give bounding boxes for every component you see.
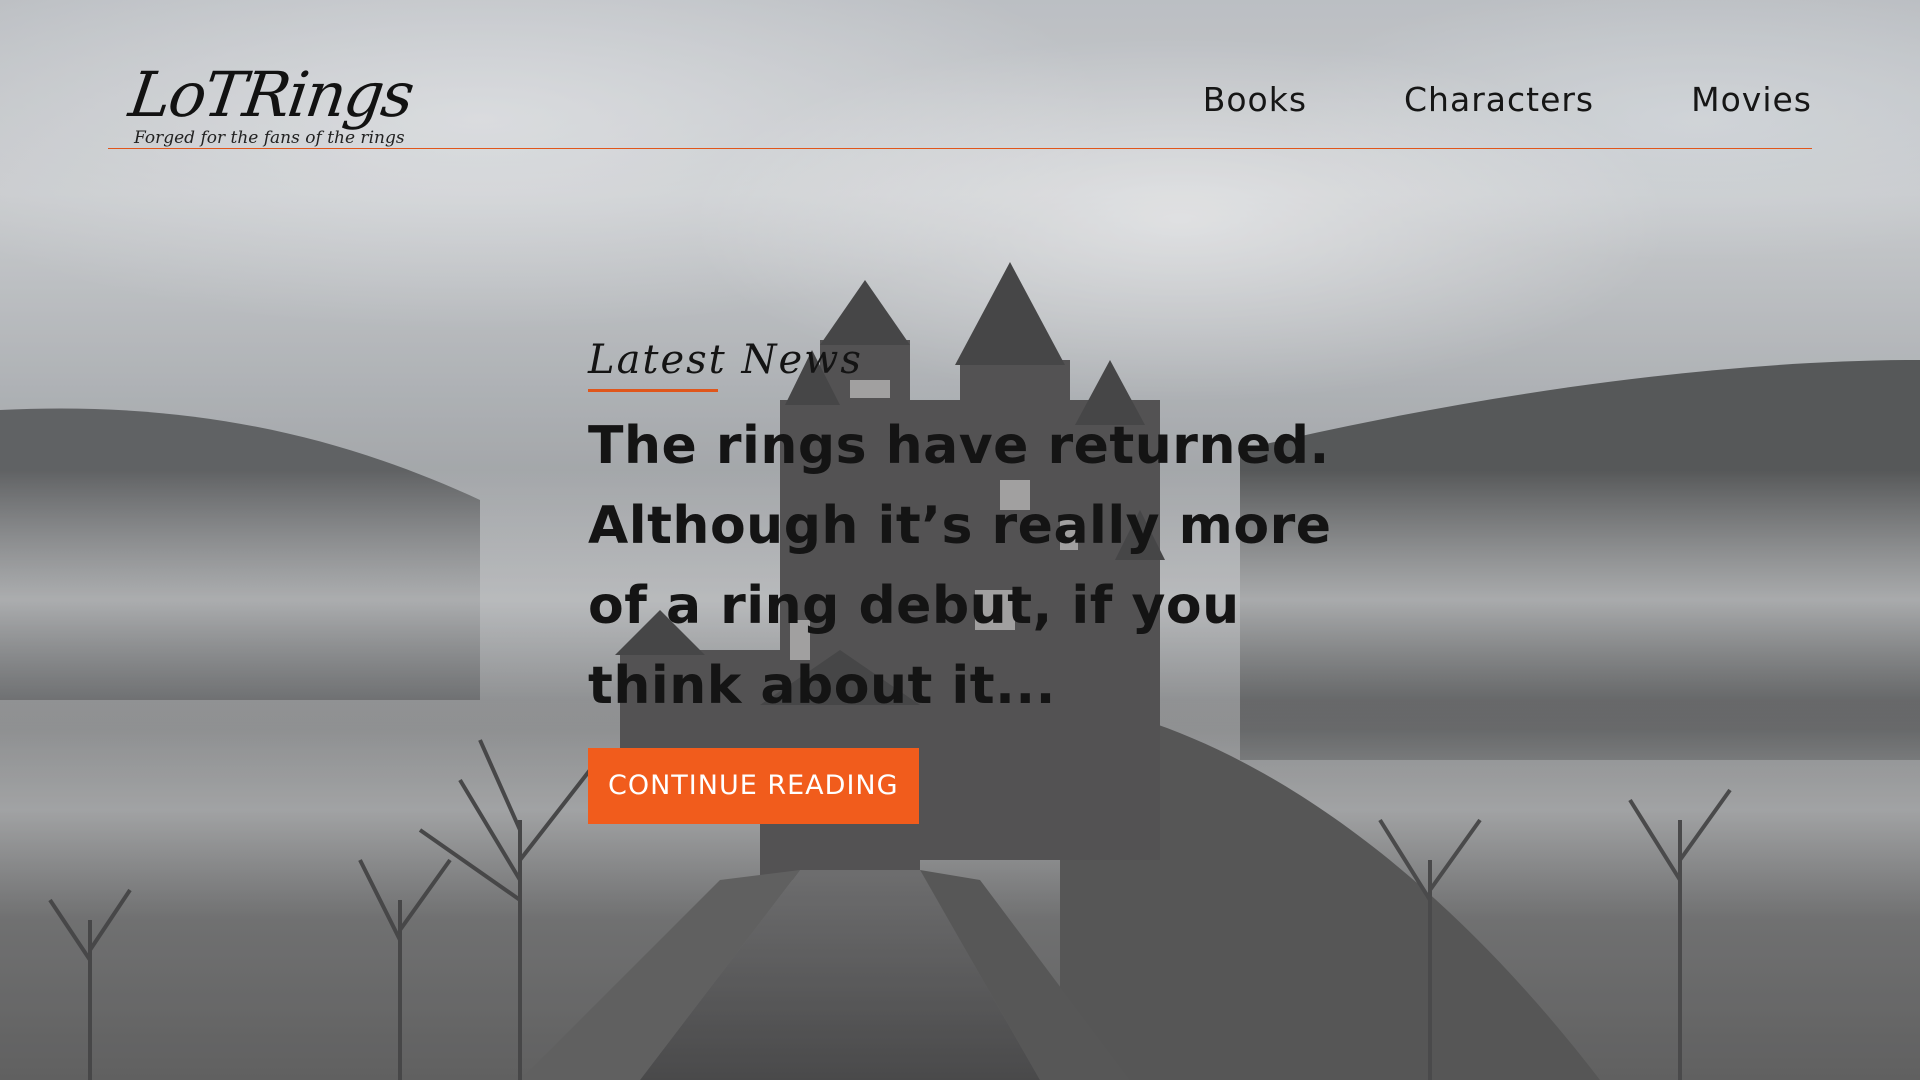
nav-link-characters[interactable]: Characters xyxy=(1404,80,1594,119)
hero-headline: The rings have returned. Although it’s r… xyxy=(588,416,1332,716)
logo-tagline: Forged for the fans of the rings xyxy=(134,128,405,148)
eyebrow-label: Latest News xyxy=(588,337,863,383)
nav-link-movies[interactable]: Movies xyxy=(1691,80,1812,119)
logo-text[interactable]: LoTRings xyxy=(125,58,417,131)
hero-content: Latest News The rings have returned. Alt… xyxy=(588,334,1348,824)
eyebrow-label-wrapper: Latest News xyxy=(588,334,863,392)
site-logo[interactable]: LoTRings Forged for the fans of the ring… xyxy=(125,58,417,148)
continue-reading-button[interactable]: CONTINUE READING xyxy=(588,748,919,824)
nav-link-books[interactable]: Books xyxy=(1203,80,1307,119)
site-header: LoTRings Forged for the fans of the ring… xyxy=(108,54,1812,149)
eyebrow-underline xyxy=(588,389,718,392)
main-nav: Books Characters Movies xyxy=(1203,80,1812,119)
